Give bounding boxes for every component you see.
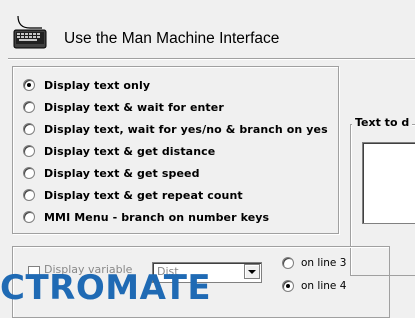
text-input-box[interactable] bbox=[362, 142, 415, 224]
option-get-speed[interactable]: Display text & get speed bbox=[23, 163, 200, 183]
radio-button[interactable] bbox=[23, 79, 35, 91]
text-group-legend: Text to d bbox=[352, 116, 413, 129]
option-label: Display text & get repeat count bbox=[44, 188, 243, 202]
option-label: Display text, wait for yes/no & branch o… bbox=[44, 122, 328, 136]
option-label: Display text only bbox=[44, 78, 151, 92]
line-option-label: on line 4 bbox=[301, 280, 347, 292]
option-label: Display text & get distance bbox=[44, 144, 216, 158]
radio-button[interactable] bbox=[23, 123, 35, 135]
watermark-logo: CTROMATE bbox=[0, 268, 212, 308]
option-get-distance[interactable]: Display text & get distance bbox=[23, 141, 215, 161]
option-get-repeat-count[interactable]: Display text & get repeat count bbox=[23, 185, 243, 205]
option-wait-yes-no[interactable]: Display text, wait for yes/no & branch o… bbox=[23, 119, 328, 139]
radio-button[interactable] bbox=[282, 280, 294, 292]
option-label: MMI Menu - branch on number keys bbox=[44, 210, 270, 224]
chevron-down-icon bbox=[248, 269, 256, 274]
radio-button[interactable] bbox=[282, 257, 294, 269]
option-wait-for-enter[interactable]: Display text & wait for enter bbox=[23, 97, 224, 117]
radio-button[interactable] bbox=[23, 167, 35, 179]
option-on-line-4[interactable]: on line 4 bbox=[282, 280, 346, 292]
radio-button[interactable] bbox=[23, 189, 35, 201]
mode-options-group: Display text only Display text & wait fo… bbox=[12, 66, 339, 234]
option-display-text-only[interactable]: Display text only bbox=[23, 75, 150, 95]
header: Use the Man Machine Interface bbox=[0, 0, 415, 58]
option-label: Display text & get speed bbox=[44, 166, 200, 180]
keyboard-icon bbox=[13, 15, 47, 49]
option-mmi-menu[interactable]: MMI Menu - branch on number keys bbox=[23, 207, 269, 227]
option-label: Display text & wait for enter bbox=[44, 100, 224, 114]
dropdown-button[interactable] bbox=[244, 264, 260, 279]
page-title: Use the Man Machine Interface bbox=[64, 30, 280, 47]
radio-button[interactable] bbox=[23, 145, 35, 157]
option-on-line-3[interactable]: on line 3 bbox=[282, 257, 346, 269]
radio-button[interactable] bbox=[23, 101, 35, 113]
header-divider bbox=[8, 58, 415, 60]
radio-button[interactable] bbox=[23, 211, 35, 223]
line-option-label: on line 3 bbox=[301, 257, 347, 269]
